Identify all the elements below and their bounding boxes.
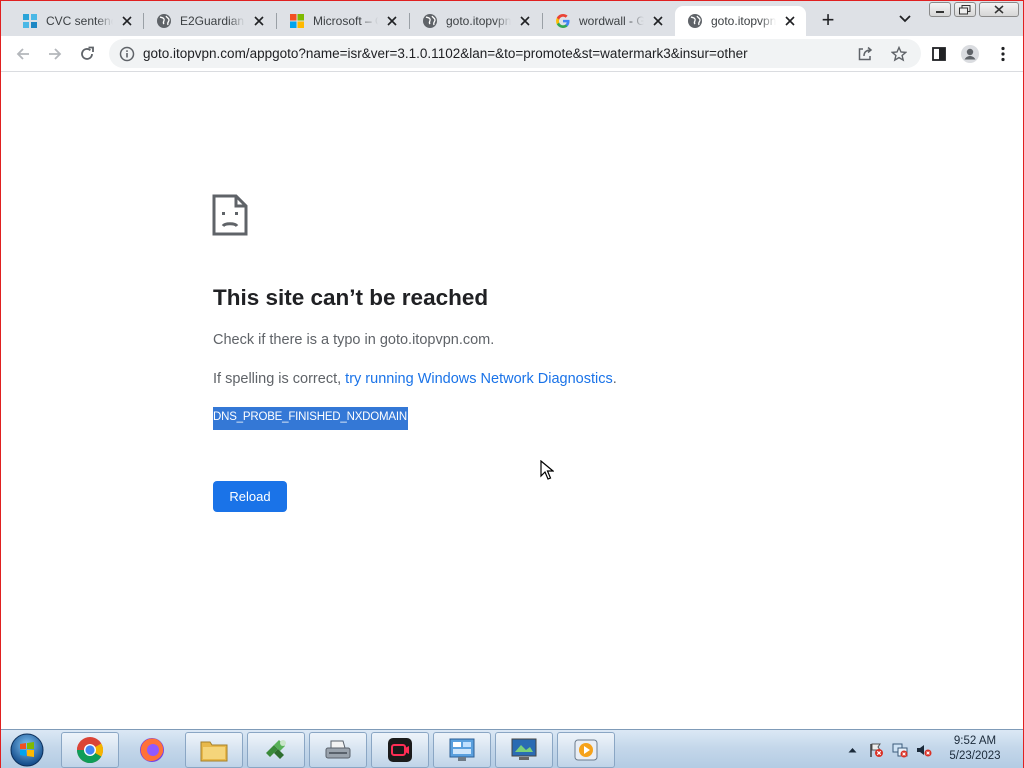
info-icon[interactable] <box>119 46 135 62</box>
taskbar-remote-desktop[interactable] <box>495 732 553 768</box>
minimize-window-button[interactable] <box>929 2 951 17</box>
close-tab-icon[interactable] <box>650 13 666 29</box>
globe-icon <box>687 13 703 29</box>
new-tab-button[interactable]: + <box>816 7 840 32</box>
diagnostics-suggestion: If spelling is correct, try running Wind… <box>213 371 617 387</box>
taskbar-clock[interactable]: 9:52 AM 5/23/2023 <box>935 734 1015 764</box>
file-explorer-icon <box>200 741 228 762</box>
page-content: This site can’t be reached Check if ther… <box>1 73 1023 729</box>
control-panel-icon <box>449 738 475 761</box>
start-button[interactable] <box>7 732 47 768</box>
side-panel-icon[interactable] <box>927 42 951 66</box>
taskbar-chrome[interactable] <box>61 732 119 768</box>
mouse-cursor-icon <box>540 459 555 485</box>
close-tab-icon[interactable] <box>119 13 135 29</box>
taskbar-network-tool[interactable] <box>247 732 305 768</box>
share-icon[interactable] <box>857 46 873 62</box>
back-arrow-icon[interactable] <box>11 42 35 66</box>
clock-time: 9:52 AM <box>953 735 997 747</box>
close-tab-icon[interactable] <box>782 13 798 29</box>
taskbar-scanner[interactable] <box>309 732 367 768</box>
close-tab-icon[interactable] <box>517 13 533 29</box>
taskbar-file-explorer[interactable] <box>185 732 243 768</box>
more-menu-icon[interactable] <box>991 42 1015 66</box>
tab-title: Microsoft – Office <box>313 14 378 28</box>
close-tab-icon[interactable] <box>251 13 267 29</box>
media-player-icon <box>574 739 598 761</box>
tab-title: CVC sentences <box>46 14 113 28</box>
tab-title: goto.itopvpn.com <box>711 14 776 28</box>
error-code: DNS_PROBE_FINISHED_NXDOMAIN <box>213 407 408 430</box>
tab-title: E2Guardian - Access Denied <box>180 14 245 28</box>
tab-microsoft[interactable]: Microsoft – Office <box>277 6 408 36</box>
url-text[interactable]: goto.itopvpn.com/appgoto?name=isr&ver=3.… <box>143 46 748 61</box>
windows-start-orb-icon <box>10 733 44 767</box>
browser-window: CVC sentences E2Guardian - Access Denied <box>0 0 1024 768</box>
close-window-button[interactable] <box>979 2 1019 17</box>
restore-window-button[interactable] <box>954 2 976 17</box>
bookmark-star-icon[interactable] <box>890 45 908 63</box>
firefox-icon <box>140 738 164 762</box>
windows-taskbar: 9:52 AM 5/23/2023 <box>1 729 1023 768</box>
tab-search-chevron-icon[interactable] <box>895 10 915 28</box>
reload-icon[interactable] <box>75 42 99 66</box>
google-g-icon <box>555 13 571 29</box>
close-tab-icon[interactable] <box>384 13 400 29</box>
clock-date: 5/23/2023 <box>949 750 1001 762</box>
wordwall-grid-icon <box>22 13 38 29</box>
tab-goto-itopvpn[interactable]: goto.itopvpn.com <box>410 6 541 36</box>
reload-button[interactable]: Reload <box>213 481 287 512</box>
tab-goto-itopvpn-active[interactable]: goto.itopvpn.com <box>675 6 806 36</box>
globe-icon <box>156 13 172 29</box>
chrome-icon <box>76 737 104 764</box>
tab-e2guardian[interactable]: E2Guardian - Access Denied <box>144 6 275 36</box>
globe-icon <box>422 13 438 29</box>
show-hidden-icons-icon[interactable] <box>845 742 859 758</box>
diagnostics-prefix-text: If spelling is correct, <box>213 371 346 387</box>
volume-muted-icon[interactable] <box>915 741 933 759</box>
tab-title: goto.itopvpn.com <box>446 14 511 28</box>
tab-cvc-sentences[interactable]: CVC sentences <box>10 6 143 36</box>
error-title: This site can’t be reached <box>213 285 489 310</box>
taskbar-firefox[interactable] <box>123 732 181 768</box>
screen-recorder-icon <box>388 738 412 762</box>
network-status-icon[interactable] <box>891 741 909 759</box>
tab-strip: CVC sentences E2Guardian - Access Denied <box>1 1 1023 36</box>
typo-hint-text: Check if there is a typo in goto.itopvpn… <box>213 332 495 348</box>
taskbar-media-player[interactable] <box>557 732 615 768</box>
taskbar-screen-recorder[interactable] <box>371 732 429 768</box>
network-icon <box>266 740 286 759</box>
tab-wordwall-search[interactable]: wordwall - Google Search <box>543 6 674 36</box>
browser-toolbar: goto.itopvpn.com/appgoto?name=isr&ver=3.… <box>1 36 1023 72</box>
taskbar-control-panel[interactable] <box>433 732 491 768</box>
scanner-icon <box>325 740 351 759</box>
network-diagnostics-link[interactable]: try running Windows Network Diagnostics <box>345 371 613 387</box>
remote-desktop-icon <box>511 738 537 760</box>
diagnostics-suffix-text: . <box>612 371 617 387</box>
tab-title: wordwall - Google Search <box>579 14 644 28</box>
action-center-flag-icon[interactable] <box>867 741 885 759</box>
microsoft-logo-icon <box>289 13 305 29</box>
forward-arrow-icon[interactable] <box>43 42 67 66</box>
profile-avatar-icon[interactable] <box>958 42 982 66</box>
sad-document-icon <box>212 194 248 241</box>
address-bar[interactable]: goto.itopvpn.com/appgoto?name=isr&ver=3.… <box>109 39 921 68</box>
